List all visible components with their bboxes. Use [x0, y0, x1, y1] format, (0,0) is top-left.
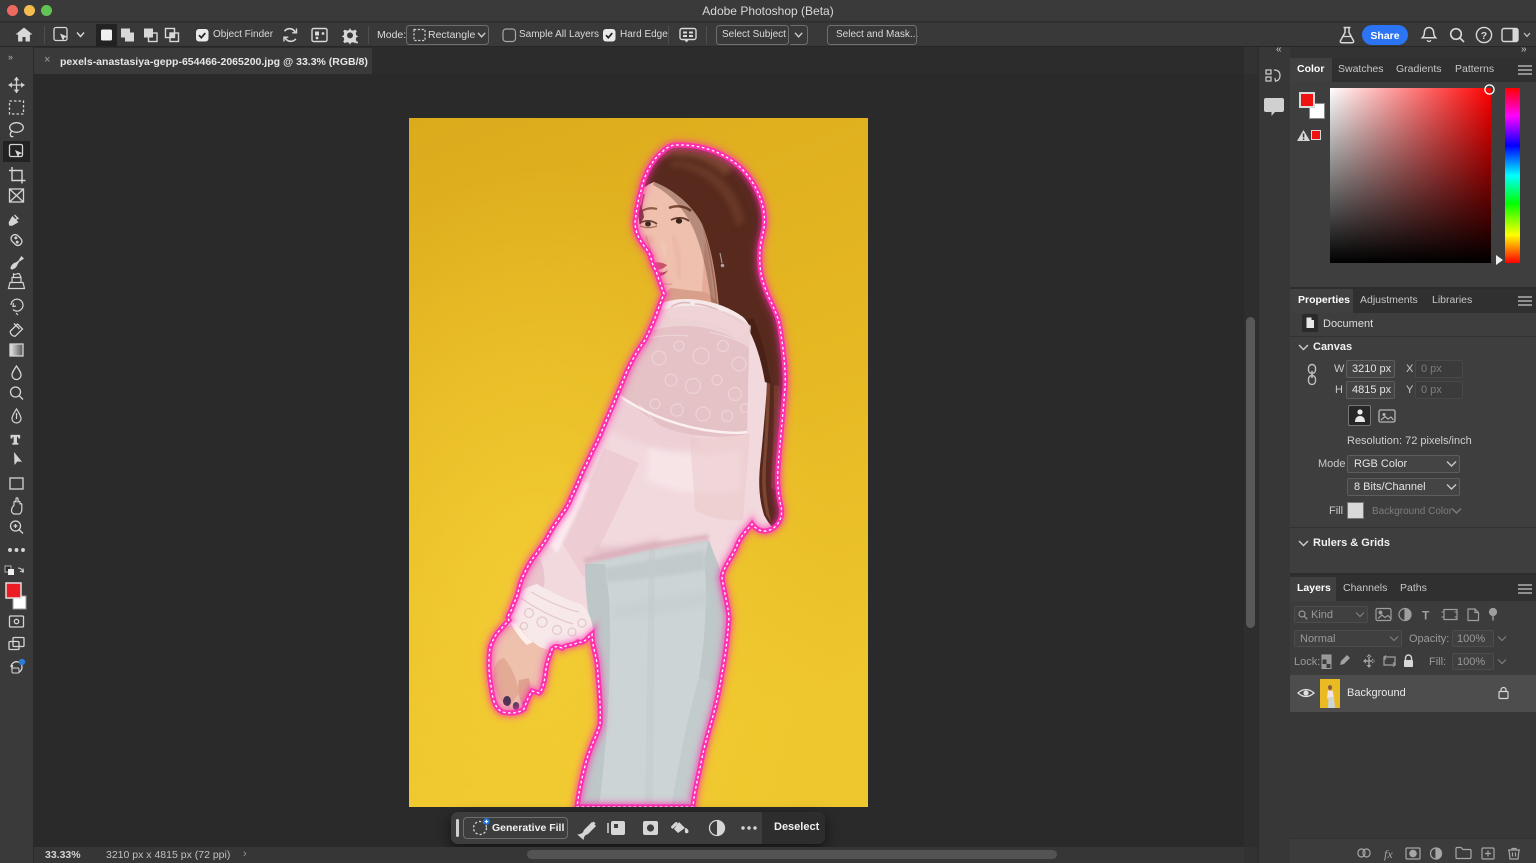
svg-text:?: ? [1481, 30, 1487, 42]
svg-text:fx: fx [1384, 847, 1393, 861]
svg-text:»: » [8, 52, 13, 62]
svg-text:Share: Share [1370, 30, 1399, 42]
svg-text:T: T [1422, 609, 1430, 623]
svg-text:T: T [11, 432, 20, 447]
